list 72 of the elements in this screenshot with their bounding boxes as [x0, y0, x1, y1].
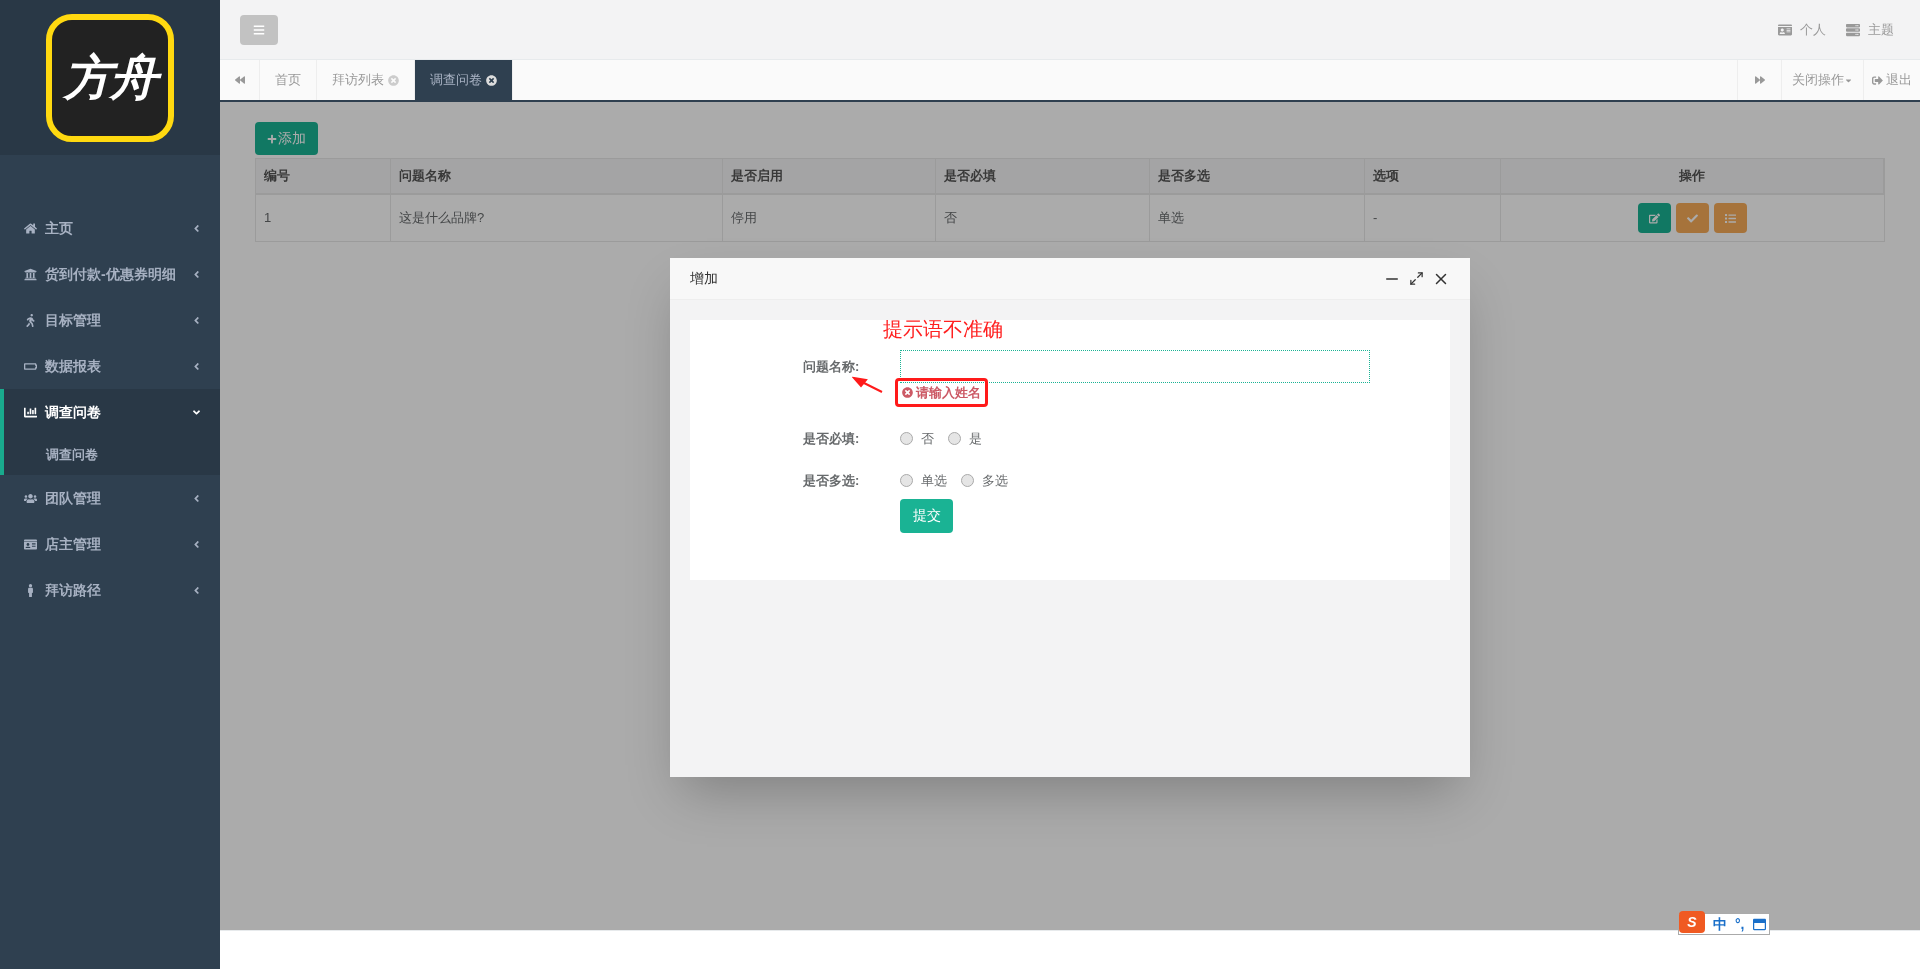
- double-right-icon: [1754, 75, 1765, 85]
- radio-option[interactable]: 多选: [961, 471, 1008, 491]
- logo: 方舟: [46, 13, 174, 142]
- id-card-icon: [1778, 22, 1792, 37]
- column-header: 选项: [1365, 159, 1501, 193]
- table-cell: 1: [256, 195, 391, 241]
- submit-button[interactable]: 提交: [900, 498, 953, 533]
- table-cell: 这是什么品牌?: [391, 195, 723, 241]
- table-cell: -: [1365, 195, 1501, 241]
- error-message: 请输入姓名: [916, 383, 981, 402]
- error-icon: [902, 387, 913, 398]
- sidebar-item[interactable]: 团队管理: [4, 475, 220, 521]
- logout-button[interactable]: 退出: [1863, 60, 1920, 100]
- home-icon: [24, 221, 37, 235]
- walking-person-icon: [24, 313, 37, 327]
- radio-button[interactable]: [900, 474, 913, 488]
- sidebar-item[interactable]: 目标管理: [4, 297, 220, 343]
- sogou-logo-icon: S: [1679, 911, 1705, 933]
- menu-icon: [253, 23, 265, 36]
- column-header: 问题名称: [391, 159, 723, 193]
- check-icon: [1687, 212, 1698, 224]
- radio-option[interactable]: 是: [948, 429, 982, 449]
- field-label: 是否多选:: [803, 473, 860, 488]
- column-header: 是否必填: [936, 159, 1150, 193]
- radio-option[interactable]: 单选: [900, 471, 947, 491]
- radio-button[interactable]: [900, 432, 913, 446]
- page-tab[interactable]: 调查问卷: [415, 60, 513, 100]
- radio-button[interactable]: [948, 432, 961, 446]
- bank-icon: [24, 267, 37, 281]
- radio-button[interactable]: [961, 474, 974, 488]
- page-tab[interactable]: 首页: [260, 60, 317, 100]
- column-header: 是否启用: [723, 159, 936, 193]
- bar-chart-icon: [24, 405, 37, 419]
- ime-mode: 中: [1713, 914, 1727, 934]
- menu-button[interactable]: [240, 14, 278, 45]
- sidebar-item[interactable]: 主页: [4, 205, 220, 251]
- sidebar-item[interactable]: 调查问卷: [4, 389, 220, 435]
- column-header: 是否多选: [1150, 159, 1365, 193]
- dialog-title: 增加: [690, 269, 719, 288]
- annotation-arrow: [852, 376, 884, 394]
- id-card-icon: [24, 537, 37, 551]
- sidebar-item[interactable]: 拜访路径: [4, 567, 220, 613]
- input-field[interactable]: [900, 350, 1370, 383]
- sidebar-subitem[interactable]: 调查问卷: [4, 435, 220, 475]
- close-icon[interactable]: [486, 74, 497, 86]
- maximize-icon[interactable]: [1409, 271, 1424, 286]
- sidebar-item[interactable]: 货到付款-优惠券明细: [4, 251, 220, 297]
- logout-icon: [1872, 74, 1883, 86]
- sidebar-item[interactable]: 数据报表: [4, 343, 220, 389]
- radio-option[interactable]: 否: [900, 429, 934, 449]
- close-menu-dropdown[interactable]: 关闭操作: [1781, 60, 1863, 100]
- double-left-icon: [234, 75, 245, 85]
- table-cell: 停用: [723, 195, 936, 241]
- users-icon: [24, 491, 37, 505]
- plus-icon: [267, 133, 277, 144]
- column-header: 操作: [1501, 159, 1884, 193]
- server-icon: [1846, 22, 1860, 37]
- annotation-text: 提示语不准确: [883, 317, 1003, 342]
- topbar-link[interactable]: 主题: [1846, 19, 1894, 40]
- topbar-link[interactable]: 个人: [1778, 19, 1826, 40]
- sidebar-item[interactable]: 店主管理: [4, 521, 220, 567]
- column-header: 编号: [256, 159, 391, 193]
- table-cell: 否: [936, 195, 1150, 241]
- ime-punctuation: °,: [1735, 914, 1745, 934]
- list-icon: [1725, 212, 1736, 224]
- edit-icon: [1649, 212, 1660, 224]
- edit-button[interactable]: [1638, 203, 1671, 233]
- check-button[interactable]: [1676, 203, 1709, 233]
- field-label: 问题名称:: [803, 359, 860, 374]
- table-cell: 单选: [1150, 195, 1365, 241]
- field-label: 是否必填:: [803, 431, 860, 446]
- list-button[interactable]: [1714, 203, 1747, 233]
